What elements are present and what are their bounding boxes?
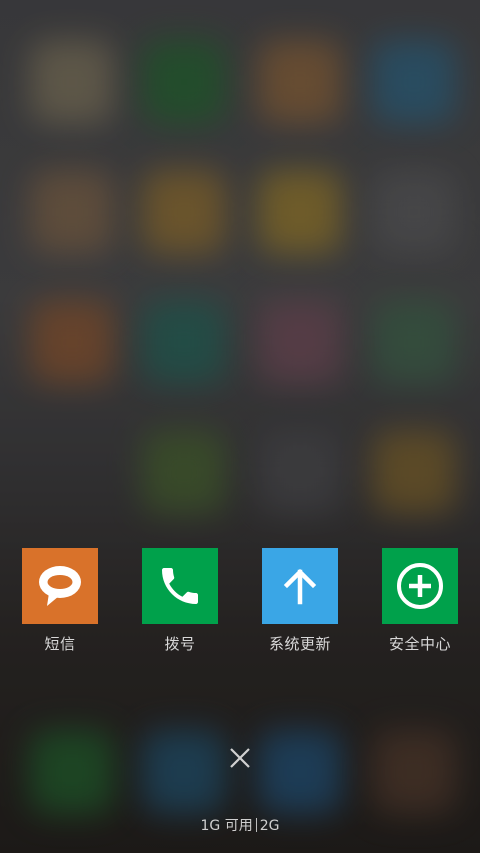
memory-total: 2G bbox=[259, 818, 280, 834]
message-bubble-icon bbox=[22, 548, 98, 624]
memory-available: 1G 可用 bbox=[200, 818, 253, 834]
dim-overlay bbox=[0, 0, 480, 853]
app-label: 安全中心 bbox=[388, 635, 451, 653]
app-label: 短信 bbox=[44, 635, 76, 653]
recent-app-sms[interactable]: 短信 bbox=[10, 548, 110, 654]
recent-app-security-center[interactable]: 安全中心 bbox=[370, 548, 470, 654]
app-label: 拨号 bbox=[164, 635, 196, 653]
app-label: 系统更新 bbox=[268, 635, 331, 653]
plus-circle-icon bbox=[382, 548, 458, 624]
memory-divider bbox=[255, 818, 257, 832]
recent-app-dialer[interactable]: 拨号 bbox=[130, 548, 230, 654]
close-icon bbox=[230, 748, 250, 768]
clear-all-button[interactable] bbox=[224, 742, 256, 774]
memory-info: 1G 可用 2G bbox=[0, 815, 480, 835]
recent-apps-screen: 短信 拨号 系统更新 安全中心 1G 可用 2G bbox=[0, 0, 480, 853]
arrow-up-icon bbox=[262, 548, 338, 624]
phone-icon bbox=[142, 548, 218, 624]
recent-app-system-update[interactable]: 系统更新 bbox=[250, 548, 350, 654]
